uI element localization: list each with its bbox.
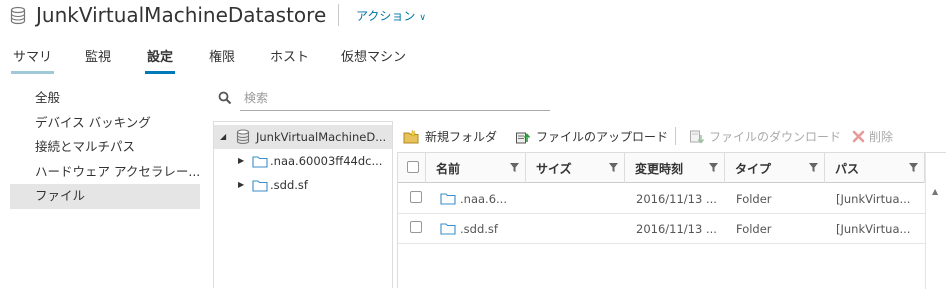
cell-type: Folder <box>736 192 772 206</box>
tab-label: 監視 <box>85 50 112 65</box>
tree-item-folder[interactable]: ▶ .naa.60003ff44dc... <box>214 149 392 173</box>
filter-icon[interactable] <box>909 163 918 172</box>
expand-triangle-icon[interactable]: ▶ <box>238 180 244 189</box>
tree-item-datastore-root[interactable]: ◢ JunkVirtualMachineD... <box>214 125 392 149</box>
grid-scrollbar[interactable]: ▲ <box>925 153 946 289</box>
download-file-label: ファイルのダウンロード <box>709 130 842 144</box>
sidebar-item-connectivity-multipathing[interactable]: 接続とマルチパス <box>10 135 200 160</box>
folder-icon <box>440 193 456 205</box>
tab-underline <box>145 71 176 74</box>
folder-tree: ◢ JunkVirtualMachineD... ▶ .naa.60003ff4… <box>213 121 393 288</box>
table-row[interactable]: .sdd.sf 2016/11/13 ... Folder [JunkVirtu… <box>398 214 925 244</box>
datastore-icon <box>10 6 26 25</box>
column-label: 変更時刻 <box>635 162 684 176</box>
toolbar-divider <box>675 127 676 145</box>
actions-menu-button[interactable]: アクション ∨ <box>356 7 426 24</box>
tab-label: 権限 <box>209 50 236 65</box>
tab-bar: サマリ 監視 設定 権限 ホスト 仮想マシン <box>0 40 946 74</box>
upload-icon <box>516 132 531 144</box>
download-icon <box>690 130 705 144</box>
cell-size <box>536 184 621 214</box>
column-label: サイズ <box>536 162 572 176</box>
file-toolbar: 新規フォルダ ファイルのアップロード ファイルのダウンロード 削除 <box>400 126 946 148</box>
cell-name: .naa.6... <box>460 192 507 206</box>
column-label: タイプ <box>735 162 772 176</box>
new-folder-label: 新規フォルダ <box>425 130 498 144</box>
expand-triangle-icon[interactable]: ▶ <box>238 156 244 165</box>
filter-icon[interactable] <box>510 163 519 172</box>
select-all-checkbox[interactable] <box>407 161 419 173</box>
tree-item-label: .sdd.sf <box>270 178 308 192</box>
folder-icon <box>440 223 456 235</box>
column-header-modified[interactable]: 変更時刻 <box>625 153 725 183</box>
row-checkbox[interactable] <box>410 221 422 233</box>
cell-path: [JunkVirtua... <box>836 192 911 206</box>
chevron-down-icon: ∨ <box>419 13 426 23</box>
column-header-size[interactable]: サイズ <box>526 153 625 183</box>
sidebar-item-files[interactable]: ファイル <box>10 184 200 209</box>
cell-path: [JunkVirtua... <box>836 222 911 236</box>
upload-file-label: ファイルのアップロード <box>536 130 669 144</box>
tab-configure[interactable]: 設定 <box>145 46 176 74</box>
column-header-name[interactable]: 名前 <box>426 153 526 183</box>
page-header: JunkVirtualMachineDatastore アクション ∨ <box>0 0 946 36</box>
cell-modified: 2016/11/13 ... <box>636 192 717 206</box>
cell-name: .sdd.sf <box>460 222 498 236</box>
file-grid: 名前 サイズ 変更時刻 タイプ パス .naa.6... 2016/11/13 … <box>397 152 946 289</box>
settings-sidebar: 全般 デバイス バッキング 接続とマルチパス ハードウェア アクセラレー... … <box>10 86 200 209</box>
folder-icon <box>252 156 268 168</box>
tree-item-folder[interactable]: ▶ .sdd.sf <box>214 173 392 197</box>
page-title: JunkVirtualMachineDatastore <box>36 3 327 27</box>
tab-summary[interactable]: サマリ <box>11 46 55 74</box>
filter-icon[interactable] <box>609 163 618 172</box>
sidebar-item-device-backing[interactable]: デバイス バッキング <box>10 111 200 136</box>
search-icon <box>218 91 232 105</box>
table-row[interactable]: .naa.6... 2016/11/13 ... Folder [JunkVir… <box>398 184 925 214</box>
column-header-type[interactable]: タイプ <box>725 153 825 183</box>
column-label: パス <box>835 162 860 176</box>
column-label: 名前 <box>436 162 461 176</box>
tree-item-label: JunkVirtualMachineD... <box>256 130 387 144</box>
tab-label: サマリ <box>13 50 53 65</box>
datastore-icon <box>236 129 250 145</box>
new-folder-icon <box>403 129 419 144</box>
cell-size <box>536 214 621 244</box>
collapse-triangle-icon[interactable]: ◢ <box>220 132 226 141</box>
scroll-up-arrow-icon[interactable]: ▲ <box>932 187 938 196</box>
delete-label: 削除 <box>869 130 894 144</box>
cell-modified: 2016/11/13 ... <box>636 222 717 236</box>
tab-label: 設定 <box>147 50 174 65</box>
tab-underline <box>11 71 55 74</box>
tab-label: 仮想マシン <box>341 50 407 65</box>
tree-item-label: .naa.60003ff44dc... <box>270 154 383 168</box>
sidebar-item-hardware-acceleration[interactable]: ハードウェア アクセラレー... <box>10 160 200 185</box>
tab-label: ホスト <box>270 50 310 65</box>
tab-vms[interactable]: 仮想マシン <box>341 46 406 74</box>
actions-label: アクション <box>356 9 416 23</box>
delete-x-icon <box>852 130 865 143</box>
header-divider <box>338 4 339 26</box>
filter-icon[interactable] <box>709 163 718 172</box>
sidebar-item-general[interactable]: 全般 <box>10 86 200 111</box>
folder-icon <box>252 180 268 192</box>
tab-hosts[interactable]: ホスト <box>270 46 309 74</box>
tab-permissions[interactable]: 権限 <box>209 46 235 74</box>
tab-monitor[interactable]: 監視 <box>85 46 111 74</box>
filter-icon[interactable] <box>809 163 818 172</box>
grid-header-row: 名前 サイズ 変更時刻 タイプ パス <box>398 153 925 183</box>
select-all-column <box>398 153 426 183</box>
cell-type: Folder <box>736 222 772 236</box>
row-checkbox[interactable] <box>410 191 422 203</box>
column-header-path[interactable]: パス <box>825 153 925 183</box>
search-input[interactable] <box>240 86 550 111</box>
